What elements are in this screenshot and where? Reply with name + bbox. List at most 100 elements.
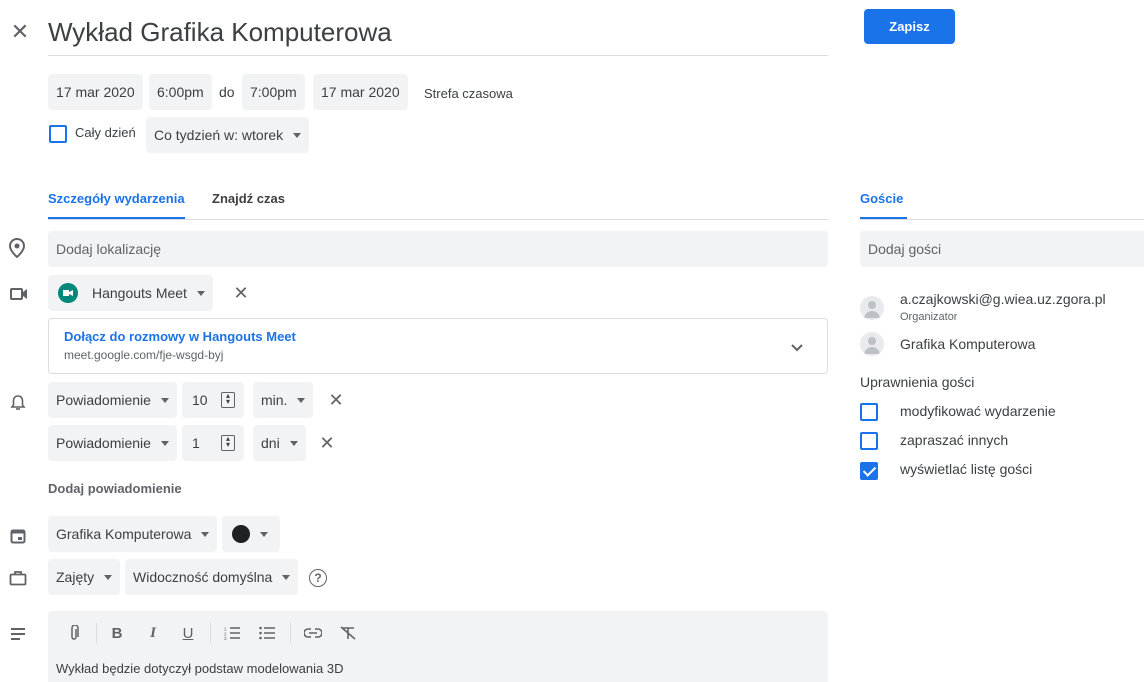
join-meet-link[interactable]: Dołącz do rozmowy w Hangouts Meet: [64, 329, 296, 344]
tab-event-details[interactable]: Szczegóły wydarzenia: [48, 190, 185, 220]
save-button-label: Zapisz: [889, 19, 930, 34]
description-lines-icon: [7, 623, 29, 645]
timezone-link[interactable]: Strefa czasowa: [424, 86, 513, 101]
chevron-down-icon: [104, 574, 113, 580]
tab-event-details-label: Szczegóły wydarzenia: [48, 191, 185, 206]
guest-permissions-title: Uprawnienia gości: [860, 374, 975, 390]
all-day-label: Cały dzień: [75, 125, 136, 140]
tab-find-time[interactable]: Znajdź czas: [212, 190, 285, 206]
notification-unit-label: min.: [261, 392, 288, 408]
conference-card[interactable]: Dołącz do rozmowy w Hangouts Meet meet.g…: [48, 318, 828, 374]
clear-formatting-icon[interactable]: [337, 622, 359, 644]
close-icon[interactable]: ✕: [8, 19, 32, 44]
end-time-label: 7:00pm: [250, 84, 297, 100]
notification-type-label: Powiadomienie: [56, 435, 151, 451]
end-time[interactable]: 7:00pm: [242, 74, 305, 110]
permission-modify-checkbox[interactable]: [860, 403, 878, 421]
location-input[interactable]: Dodaj lokalizację: [48, 231, 828, 267]
notification-type-select[interactable]: Powiadomienie: [48, 425, 177, 461]
add-guests-input[interactable]: Dodaj gości: [860, 231, 1144, 267]
calendar-name: Grafika Komputerowa: [56, 526, 192, 542]
briefcase-icon: [7, 567, 29, 589]
meet-url: meet.google.com/fje-wsgd-byj: [64, 348, 224, 362]
numbered-list-icon[interactable]: 123: [221, 622, 243, 644]
recurrence-select[interactable]: Co tydzień w: wtorek: [146, 117, 310, 153]
guest-role: Organizator: [900, 311, 958, 323]
notification-unit-select[interactable]: dni: [253, 425, 306, 461]
chevron-down-icon: [293, 132, 302, 138]
chevron-down-icon: [289, 440, 298, 446]
start-date[interactable]: 17 mar 2020: [48, 74, 143, 110]
start-date-label: 17 mar 2020: [56, 84, 135, 100]
bulleted-list-icon[interactable]: [256, 622, 278, 644]
chevron-down-icon: [282, 574, 291, 580]
chevron-down-icon: [160, 440, 169, 446]
conference-provider: Hangouts Meet: [92, 285, 187, 301]
chevron-down-icon: [260, 531, 268, 537]
visibility-select[interactable]: Widoczność domyślna: [125, 559, 299, 595]
chevron-down-icon: [201, 531, 210, 537]
event-color-select[interactable]: [222, 516, 280, 552]
location-placeholder: Dodaj lokalizację: [56, 241, 162, 257]
permission-see-list-label: wyświetlać listę gości: [900, 461, 1033, 477]
end-date[interactable]: 17 mar 2020: [313, 74, 408, 110]
permission-invite-label: zapraszać innych: [900, 432, 1009, 448]
hangouts-meet-icon: [58, 283, 78, 303]
color-dot-icon: [232, 525, 250, 543]
permission-invite-checkbox[interactable]: [860, 432, 878, 450]
video-camera-icon: [8, 283, 30, 305]
permission-see-list-checkbox[interactable]: [860, 462, 878, 480]
tab-guests[interactable]: Goście: [860, 190, 907, 220]
italic-icon[interactable]: I: [142, 622, 164, 644]
conference-select[interactable]: Hangouts Meet: [48, 275, 213, 311]
chevron-down-icon: [297, 397, 306, 403]
link-icon[interactable]: [302, 622, 324, 644]
tab-find-time-label: Znajdź czas: [212, 191, 285, 206]
notification-value: 10: [192, 392, 208, 408]
stepper-icon[interactable]: ▴ ▾: [221, 435, 235, 451]
svg-text:3: 3: [224, 636, 227, 640]
notification-unit-select[interactable]: min.: [253, 382, 314, 418]
notification-type-select[interactable]: Powiadomienie: [48, 382, 177, 418]
guest-name: Grafika Komputerowa: [900, 336, 1036, 352]
guests-divider: [860, 219, 1144, 220]
recurrence-label: Co tydzień w: wtorek: [154, 127, 284, 143]
permission-modify-label: modyfikować wydarzenie: [900, 403, 1056, 419]
notification-value: 1: [192, 435, 200, 451]
save-button[interactable]: Zapisz: [864, 9, 955, 44]
start-time[interactable]: 6:00pm: [149, 74, 212, 110]
event-title: Wykład Grafika Komputerowa: [48, 17, 392, 47]
add-guests-placeholder: Dodaj gości: [868, 241, 942, 257]
remove-notification-close-icon[interactable]: ✕: [315, 431, 339, 455]
remove-conference-close-icon[interactable]: ✕: [229, 281, 253, 305]
bell-icon: [7, 392, 29, 414]
tab-guests-label: Goście: [860, 191, 904, 206]
underline-icon[interactable]: U: [177, 622, 199, 644]
notification-unit-label: dni: [261, 435, 280, 451]
notification-value-input[interactable]: 10 ▴ ▾: [182, 382, 244, 418]
to-label: do: [219, 84, 235, 100]
end-date-label: 17 mar 2020: [321, 84, 400, 100]
visibility-label: Widoczność domyślna: [133, 569, 273, 585]
description-editor[interactable]: B I U 123 Wykład będzie dotyczył podstaw…: [48, 611, 828, 682]
event-title-input[interactable]: Wykład Grafika Komputerowa: [48, 14, 828, 56]
expand-chevron-icon[interactable]: [791, 339, 803, 355]
help-icon[interactable]: ?: [309, 569, 327, 587]
toolbar-separator: [290, 623, 291, 643]
chevron-down-icon: [160, 397, 169, 403]
description-text: Wykład będzie dotyczył podstaw modelowan…: [56, 661, 344, 676]
add-notification-link[interactable]: Dodaj powiadomienie: [48, 481, 182, 496]
tabs-divider: [48, 219, 828, 220]
calendar-icon: [7, 525, 29, 547]
toolbar-separator: [210, 623, 211, 643]
busy-status-label: Zajęty: [56, 569, 95, 585]
remove-notification-close-icon[interactable]: ✕: [324, 388, 348, 412]
attachment-icon[interactable]: [63, 622, 85, 644]
location-pin-icon: [6, 237, 28, 259]
bold-icon[interactable]: B: [106, 622, 128, 644]
stepper-icon[interactable]: ▴ ▾: [221, 392, 235, 408]
calendar-select[interactable]: Grafika Komputerowa: [48, 516, 218, 552]
notification-value-input[interactable]: 1 ▴ ▾: [182, 425, 244, 461]
busy-status-select[interactable]: Zajęty: [48, 559, 121, 595]
all-day-checkbox[interactable]: [49, 125, 67, 143]
